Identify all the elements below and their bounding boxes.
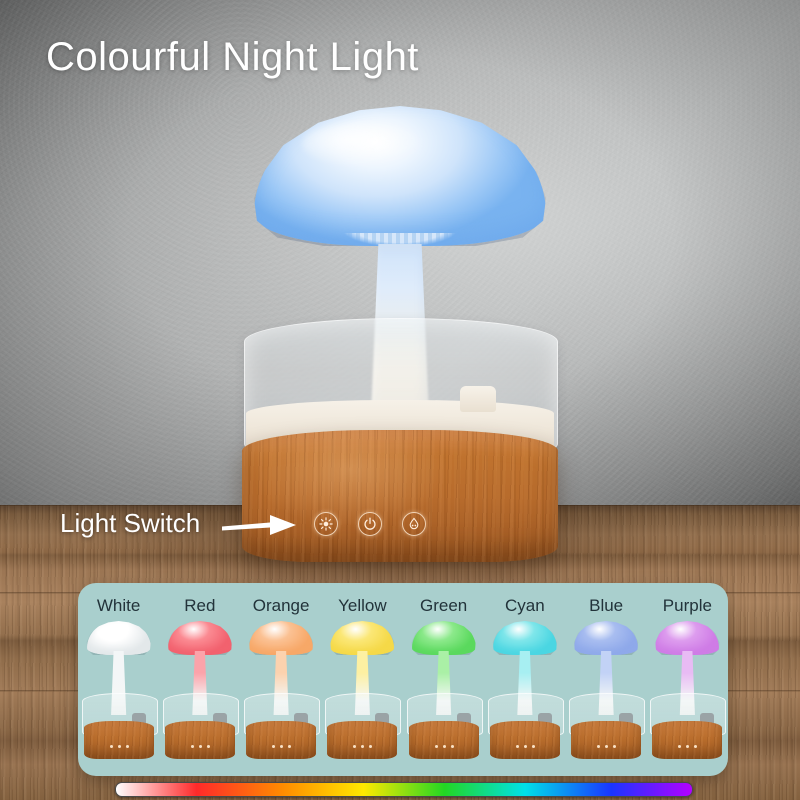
- colour-swatch-label: Green: [420, 596, 468, 615]
- page-title: Colourful Night Light: [46, 35, 419, 79]
- mini-mushroom-cap: [249, 621, 314, 655]
- colour-swatch-orange: Orange: [241, 583, 322, 776]
- power-button[interactable]: [358, 512, 382, 536]
- mini-control-dot: [117, 745, 121, 748]
- mini-control-dot: [613, 745, 617, 748]
- mini-humidifier: [162, 621, 239, 761]
- mini-humidifier: [487, 621, 564, 761]
- mini-control-dot: [353, 745, 357, 748]
- mini-control-dot: [678, 745, 682, 748]
- mini-humidifier: [650, 621, 727, 761]
- colour-swatch-white: White: [78, 583, 159, 776]
- mini-base-grain: [83, 721, 154, 759]
- mini-wood-base: [327, 721, 398, 759]
- colour-swatch-label: White: [96, 596, 141, 615]
- colour-swatch-cyan: Cyan: [484, 583, 565, 776]
- power-icon: [364, 517, 376, 530]
- mini-wood-base: [83, 721, 154, 759]
- mini-mushroom-cap: [330, 621, 395, 655]
- mini-humidifier: [569, 621, 646, 761]
- mini-control-dot: [361, 745, 365, 748]
- sun-burst-icon: [319, 517, 333, 531]
- mini-wood-base: [164, 721, 235, 759]
- mini-base-grain: [408, 721, 479, 759]
- base-highlight: [242, 430, 558, 562]
- mini-humidifier: [81, 621, 158, 761]
- mini-wood-base: [571, 721, 642, 759]
- mini-control-dot: [686, 745, 690, 748]
- colour-swatch-yellow: Yellow: [322, 583, 403, 776]
- mini-wood-base: [408, 721, 479, 759]
- mini-base-grain: [489, 721, 560, 759]
- mini-control-dot: [597, 745, 601, 748]
- mini-base-grain: [164, 721, 235, 759]
- mini-mushroom-cap: [492, 621, 557, 655]
- mini-control-dot: [523, 745, 527, 748]
- mini-control-dot: [288, 745, 292, 748]
- mini-mushroom-cap: [655, 621, 720, 655]
- mini-wood-base: [652, 721, 723, 759]
- mini-base-grain: [327, 721, 398, 759]
- tank-nozzle: [460, 386, 496, 412]
- colour-swatch-blue: Blue: [566, 583, 647, 776]
- mini-wood-base: [246, 721, 317, 759]
- mini-mushroom-cap: [574, 621, 639, 655]
- main-product-image: [232, 100, 568, 580]
- mini-control-dot: [272, 745, 276, 748]
- wood-grain-base: [242, 430, 558, 562]
- mini-control-dot: [434, 745, 438, 748]
- mini-control-dot: [450, 745, 454, 748]
- mini-base-grain: [246, 721, 317, 759]
- arrow-right-icon: [222, 515, 296, 535]
- mini-control-dot: [198, 745, 202, 748]
- mini-base-grain: [571, 721, 642, 759]
- colour-swatch-red: Red: [159, 583, 240, 776]
- water-droplet-icon: [409, 517, 419, 530]
- product-photo-scene: Colourful Night Light Light Switch White…: [0, 0, 800, 800]
- mini-control-dot: [515, 745, 519, 748]
- mini-wood-base: [489, 721, 560, 759]
- mini-control-dot: [109, 745, 113, 748]
- colour-swatch-label: Blue: [589, 596, 624, 615]
- colour-swatch-green: Green: [403, 583, 484, 776]
- mini-control-dot: [280, 745, 284, 748]
- mini-control-dot: [694, 745, 698, 748]
- mini-control-dot: [442, 745, 446, 748]
- colour-swatch-label: Cyan: [505, 596, 545, 615]
- colour-swatch-label: Yellow: [338, 596, 387, 615]
- colour-swatch-purple: Purple: [647, 583, 728, 776]
- colour-swatch-label: Purple: [662, 596, 712, 615]
- colour-swatch-label: Red: [184, 596, 216, 615]
- mini-mushroom-cap: [167, 621, 232, 655]
- mist-button[interactable]: [402, 512, 426, 536]
- mini-humidifier: [325, 621, 402, 761]
- mini-humidifier: [406, 621, 483, 761]
- colour-swatch-row: White Red Orange Yellow Green Cyan Blue Purple: [78, 583, 728, 776]
- colour-swatch-panel: White Red Orange Yellow Green Cyan Blue Purple: [78, 583, 728, 776]
- colour-swatch-label: Orange: [252, 596, 310, 615]
- colour-gradient-bar: [115, 782, 693, 797]
- mini-control-dot: [190, 745, 194, 748]
- light-button[interactable]: [314, 512, 338, 536]
- mini-control-dot: [125, 745, 129, 748]
- mini-control-dot: [531, 745, 535, 748]
- mini-base-grain: [652, 721, 723, 759]
- mini-control-dot: [605, 745, 609, 748]
- cap-highlight: [302, 122, 422, 166]
- mini-control-dot: [206, 745, 210, 748]
- light-switch-callout-label: Light Switch: [60, 508, 201, 538]
- mini-mushroom-cap: [411, 621, 476, 655]
- mini-humidifier: [244, 621, 321, 761]
- mini-mushroom-cap: [86, 621, 151, 655]
- mini-control-dot: [369, 745, 373, 748]
